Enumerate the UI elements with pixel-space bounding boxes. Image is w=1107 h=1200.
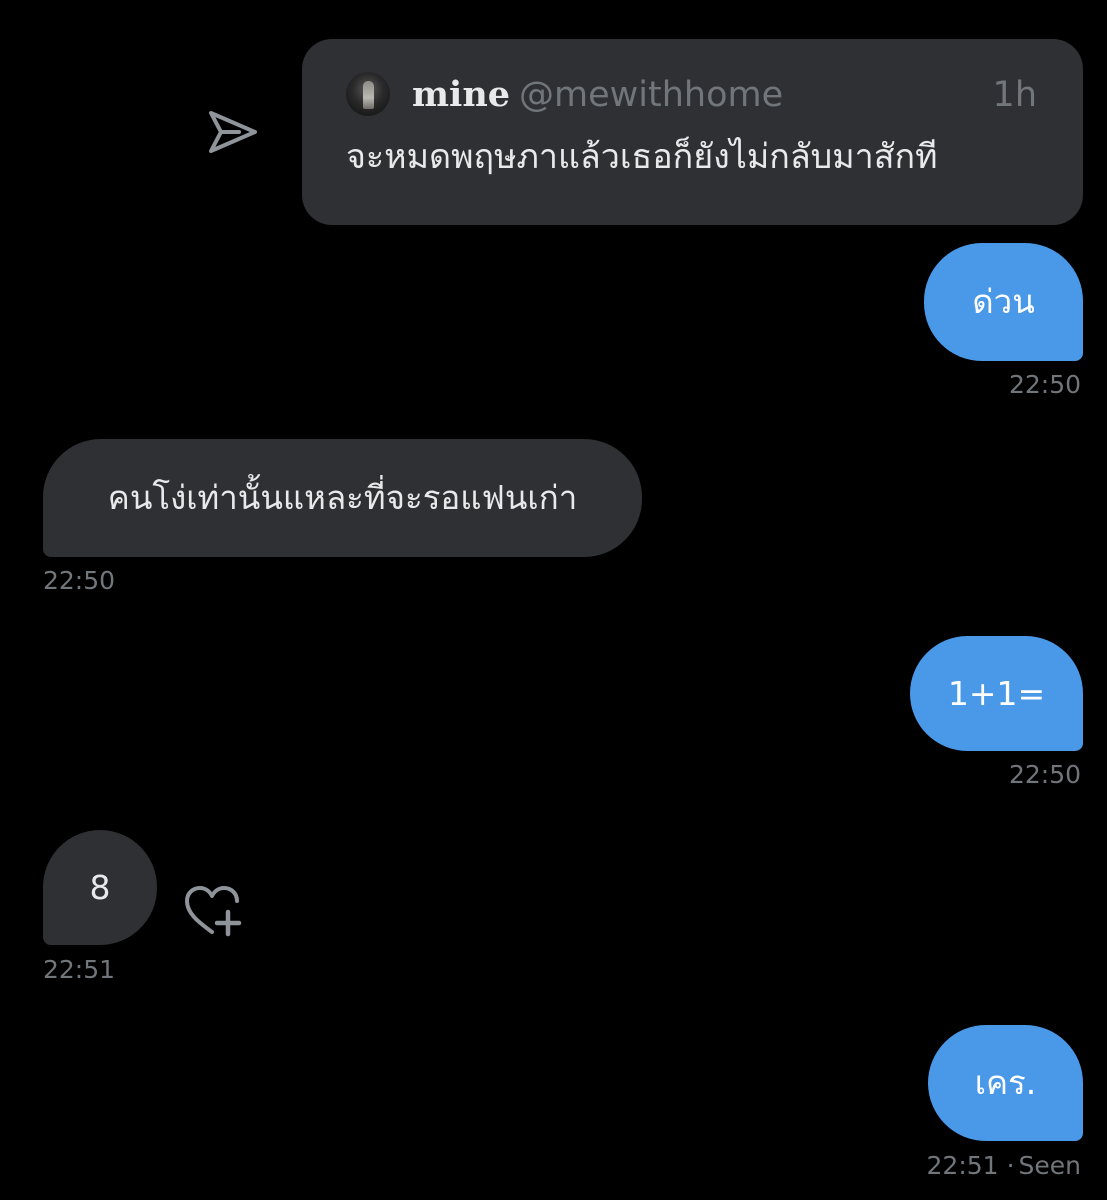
message-timestamp: 22:51 · Seen: [926, 1151, 1081, 1180]
message-timestamp: 22:50: [1008, 760, 1081, 789]
tweet-author-name: mine: [412, 74, 511, 115]
message-bubble-sent[interactable]: เคร.: [928, 1025, 1083, 1141]
message-bubble-received[interactable]: 8: [43, 830, 157, 945]
shared-tweet-card[interactable]: mine @mewithhome 1h จะหมดพฤษภาแล้วเธอก็ย…: [302, 39, 1083, 225]
message-text: ด่วน: [972, 282, 1035, 321]
message-timestamp: 22:50: [1008, 370, 1081, 399]
tweet-author-handle: @mewithhome: [519, 75, 784, 115]
heart-plus-icon[interactable]: [182, 884, 244, 940]
message-text: 1+1=: [947, 673, 1046, 713]
message-text: 8: [89, 867, 111, 907]
message-bubble-sent[interactable]: ด่วน: [924, 243, 1083, 361]
status-separator: ·: [1006, 1151, 1015, 1180]
avatar[interactable]: [346, 72, 390, 116]
tweet-text: จะหมดพฤษภาแล้วเธอก็ยังไม่กลับมาสักที: [346, 137, 938, 177]
share-arrow-icon: [205, 108, 259, 156]
avatar-figure: [363, 81, 374, 109]
seen-status: Seen: [1018, 1151, 1081, 1180]
message-bubble-received[interactable]: คนโง่เท่านั้นแหละที่จะรอแฟนเก่า: [43, 439, 642, 557]
dm-conversation: { "colors": { "background": "#000000", "…: [0, 0, 1107, 1200]
message-timestamp: 22:50: [43, 566, 116, 595]
tweet-time-ago: 1h: [992, 75, 1037, 115]
message-text: เคร.: [974, 1063, 1037, 1102]
message-text: คนโง่เท่านั้นแหละที่จะรอแฟนเก่า: [107, 478, 578, 517]
message-bubble-sent[interactable]: 1+1=: [910, 636, 1083, 751]
message-timestamp: 22:51: [43, 955, 116, 984]
